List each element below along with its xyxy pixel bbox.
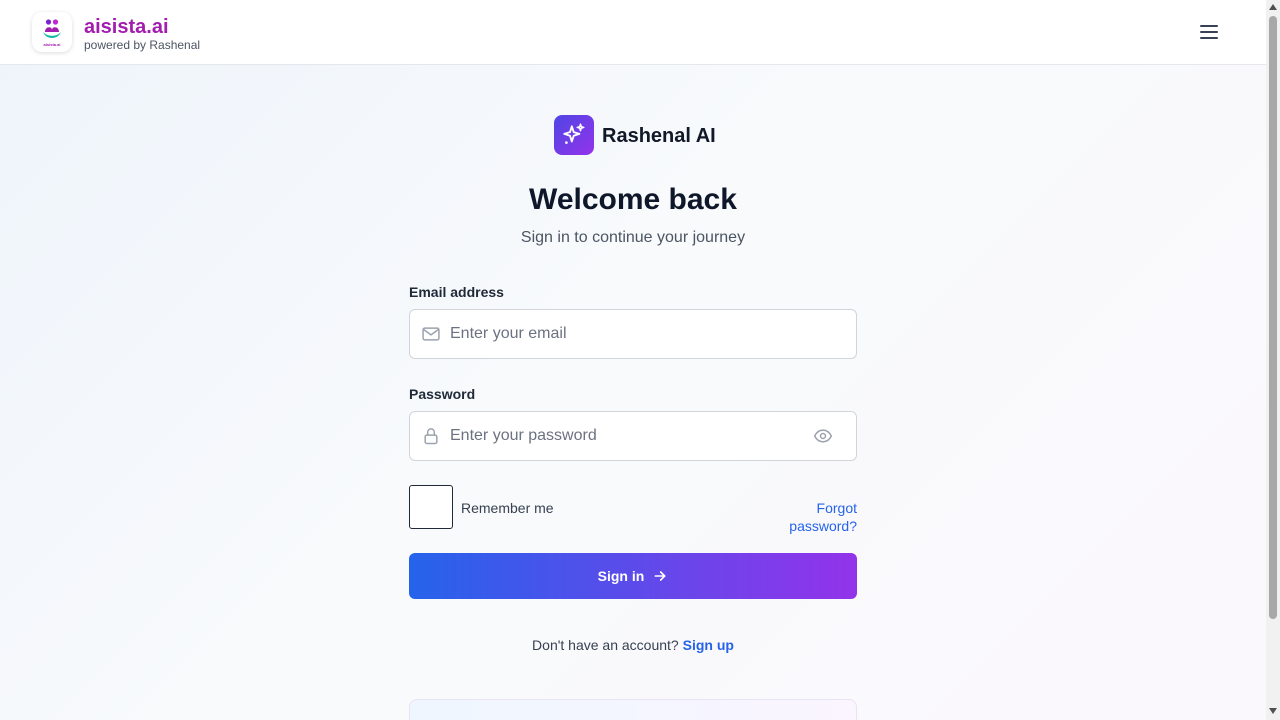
sign-in-button[interactable]: Sign in — [409, 553, 857, 599]
info-card — [409, 699, 857, 720]
app-name: Rashenal AI — [602, 125, 716, 147]
page-title: Welcome back — [529, 183, 737, 216]
arrow-right-icon — [654, 571, 666, 581]
email-input[interactable] — [450, 310, 810, 358]
scroll-down-arrow-icon[interactable] — [1269, 708, 1277, 714]
remember-me-checkbox[interactable] — [409, 485, 453, 529]
sparkles-icon — [563, 123, 585, 144]
vertical-scrollbar[interactable] — [1266, 0, 1280, 720]
email-label: Email address — [409, 284, 504, 300]
email-field[interactable] — [409, 309, 857, 359]
forgot-password-link[interactable]: Forgot password? — [747, 499, 857, 535]
mail-icon — [422, 327, 440, 341]
app-badge — [554, 115, 594, 155]
lock-icon — [424, 428, 438, 445]
scrollbar-thumb[interactable] — [1269, 16, 1277, 619]
sign-up-link[interactable]: Sign up — [683, 637, 734, 653]
brand-name[interactable]: aisista.ai — [84, 16, 169, 38]
scroll-up-arrow-icon[interactable] — [1269, 4, 1277, 10]
people-in-hand-icon — [43, 18, 61, 38]
brand-logo[interactable]: aisista.ai — [32, 12, 72, 52]
signup-prompt-text: Don't have an account? — [532, 637, 679, 653]
password-input[interactable] — [450, 412, 810, 460]
signup-prompt: Don't have an account? Sign up — [0, 636, 1266, 654]
top-navigation-bar: aisista.ai aisista.ai powered by Rashena… — [0, 0, 1266, 65]
eye-icon[interactable] — [813, 426, 833, 446]
sign-in-label: Sign in — [597, 568, 645, 584]
password-field[interactable] — [409, 411, 857, 461]
remember-me-label[interactable]: Remember me — [461, 499, 554, 517]
hamburger-menu-icon — [1200, 25, 1218, 39]
logo-text: aisista.ai — [43, 41, 61, 47]
page-subtitle: Sign in to continue your journey — [520, 229, 746, 246]
menu-button[interactable] — [1196, 20, 1222, 44]
password-label: Password — [409, 386, 476, 402]
brand-tagline: powered by Rashenal — [84, 38, 201, 52]
